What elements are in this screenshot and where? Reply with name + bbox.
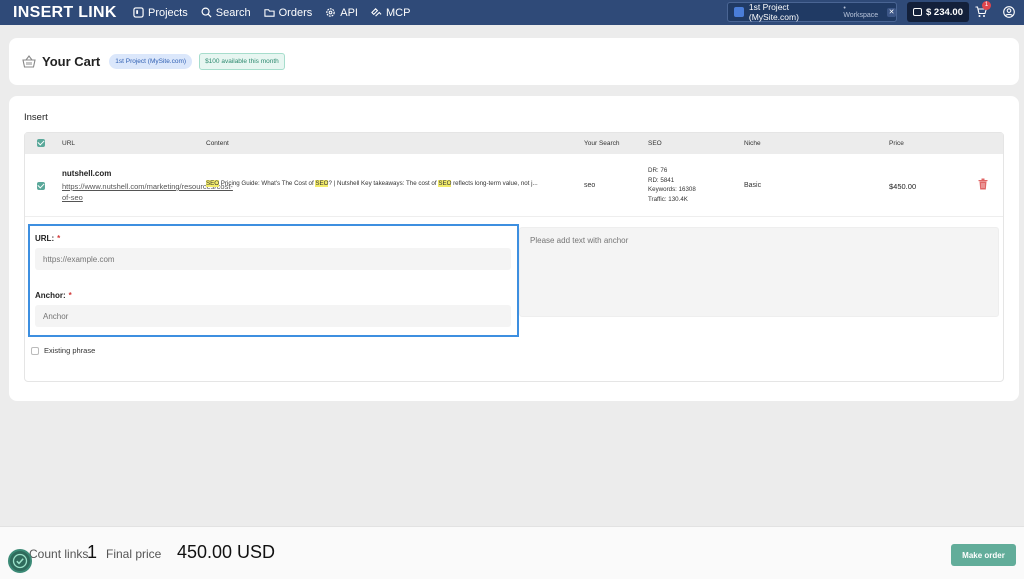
cart-header: Your Cart 1st Project (MySite.com) $100 … (9, 38, 1019, 85)
nav-orders[interactable]: Orders (263, 6, 313, 19)
anchor-input[interactable] (35, 305, 511, 327)
search-icon (201, 7, 212, 18)
nav-mcp[interactable]: MCP (371, 7, 410, 19)
table-header: URL Content Your Search SEO Niche Price (25, 133, 1003, 154)
seo-dr: DR: 76 (648, 167, 668, 174)
count-links-label: Count links (29, 547, 89, 561)
content-snippet: SEO Pricing Guide: What's The Cost of SE… (206, 180, 576, 187)
basket-icon (22, 54, 36, 68)
niche-value: Basic (744, 182, 762, 189)
url-input[interactable] (35, 248, 511, 270)
project-name: 1st Project (MySite.com) (748, 2, 799, 22)
mcp-icon (371, 8, 382, 17)
existing-phrase-label: Existing phrase (44, 346, 96, 355)
check-badge-icon (12, 553, 28, 569)
existing-phrase-option[interactable]: Existing phrase (31, 346, 95, 355)
table-row: nutshell.com https://www.nutshell.com/ma… (25, 154, 1003, 217)
nav-search[interactable]: Search (201, 7, 251, 19)
site-name: nutshell.com (62, 169, 112, 178)
content-highlight: SEO (206, 180, 220, 187)
your-search-value: seo (584, 182, 596, 189)
content-text: reflects long-term value, not j... (451, 180, 538, 187)
col-seo: SEO (648, 140, 662, 147)
nav-mcp-label: MCP (385, 6, 411, 19)
user-icon[interactable] (1003, 6, 1015, 18)
content-text: ? | Nutshell Key takeaways: The cost of (328, 180, 439, 187)
project-icon (734, 7, 744, 17)
main-nav: Projects Search Orders API MCP (133, 7, 423, 19)
link-form: URL:* Anchor:* (28, 224, 519, 337)
trash-icon[interactable] (978, 178, 988, 190)
help-widget-button[interactable] (8, 549, 32, 573)
nav-api-label: API (340, 6, 358, 19)
folder-icon (263, 9, 275, 17)
project-switcher[interactable]: 1st Project (MySite.com) • Workspace ✕ (727, 2, 897, 22)
nav-orders-label: Orders (278, 6, 313, 19)
top-nav: INSERT LINK Projects Search Orders API M… (0, 0, 1024, 25)
insert-section: Insert URL Content Your Search SEO Niche… (9, 96, 1019, 401)
balance-value: $ 234.00 (926, 6, 963, 18)
url-label: URL: * (35, 234, 60, 243)
select-all-checkbox[interactable] (37, 139, 45, 147)
seo-rd: RD: 5841 (648, 176, 675, 184)
anchor-label: Anchor: * (35, 291, 72, 300)
nav-search-label: Search (215, 6, 251, 19)
seo-traffic: Traffic: 130.4K (648, 195, 688, 203)
col-niche: Niche (744, 140, 761, 147)
app-logo[interactable]: INSERT LINK (13, 4, 119, 22)
col-price: Price (889, 140, 904, 147)
count-links-value: 1 (87, 542, 98, 562)
final-price-value: 450.00 USD (177, 542, 276, 562)
nav-projects-label: Projects (148, 6, 188, 19)
close-icon[interactable]: ✕ (887, 7, 896, 17)
required-mark: * (57, 234, 61, 243)
make-order-button[interactable]: Make order (951, 544, 1016, 566)
balance-button[interactable]: $ 234.00 (907, 2, 969, 22)
workspace-label: • Workspace (843, 5, 879, 19)
final-price-label: Final price (106, 547, 162, 561)
row-checkbox[interactable] (37, 182, 45, 190)
nav-projects[interactable]: Projects (133, 7, 188, 19)
content-text: Pricing Guide: What's The Cost of (219, 180, 316, 187)
col-content: Content (206, 140, 229, 147)
site-url-link[interactable]: https://www.nutshell.com/marketing/resou… (62, 181, 233, 203)
content-highlight: SEO (438, 180, 452, 187)
url-label-text: URL: (35, 234, 55, 243)
section-title: Insert (24, 112, 48, 123)
cart-table: URL Content Your Search SEO Niche Price … (24, 132, 1004, 382)
nav-api[interactable]: API (325, 7, 358, 19)
anchor-label-text: Anchor: (35, 291, 66, 300)
cart-count-badge: 1 (982, 1, 991, 10)
projects-icon (133, 7, 144, 18)
wallet-icon (913, 8, 922, 16)
page-title: Your Cart (42, 54, 101, 69)
price-value: $450.00 (889, 182, 917, 191)
col-your-search: Your Search (584, 140, 620, 147)
project-badge: 1st Project (MySite.com) (109, 54, 193, 69)
order-summary-bar: Count links 1 Final price 450.00 USD Mak… (0, 526, 1024, 579)
anchor-text-area[interactable] (519, 227, 999, 317)
available-badge: $100 available this month (199, 53, 285, 70)
col-url: URL (62, 140, 76, 147)
required-mark: * (68, 291, 72, 300)
seo-stats: DR: 76 RD: 5841 Keywords: 16308 Traffic:… (648, 166, 696, 204)
content-highlight: SEO (315, 180, 329, 187)
existing-phrase-checkbox[interactable] (31, 346, 39, 355)
seo-keywords: Keywords: 16308 (648, 186, 696, 193)
gear-icon (326, 8, 335, 17)
